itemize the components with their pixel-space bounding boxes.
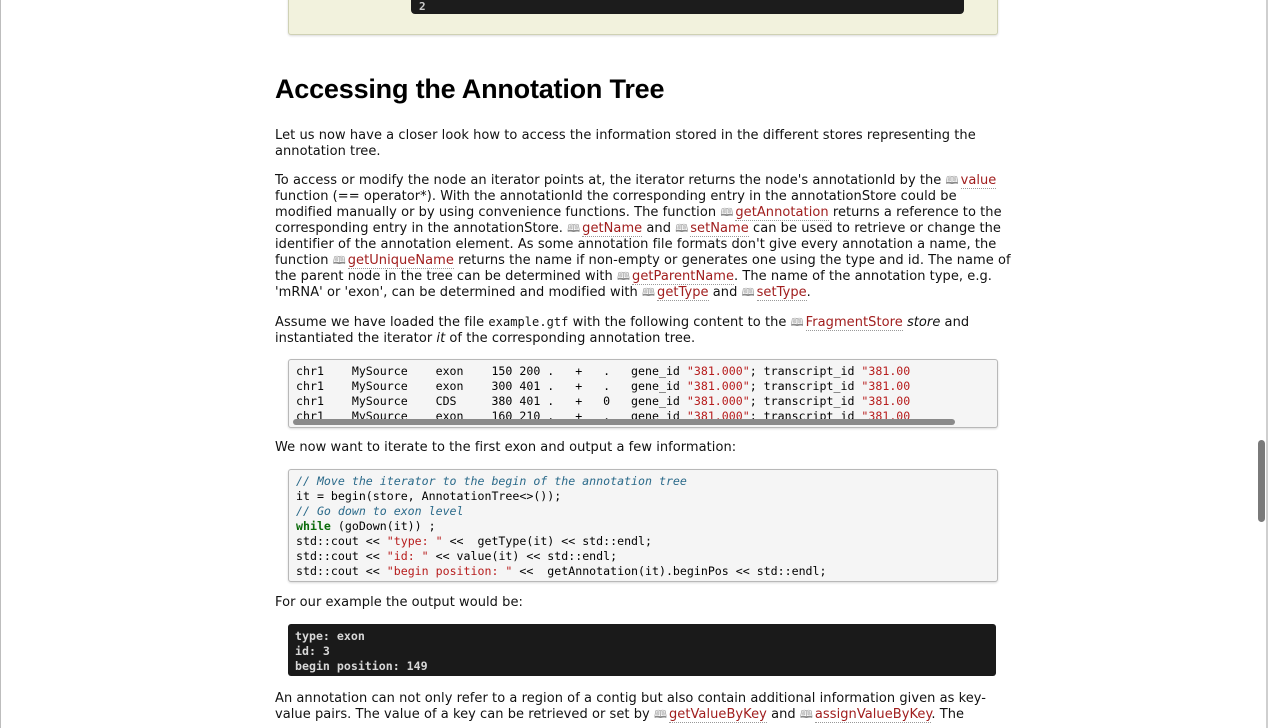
code-comment: // Go down to exon level: [296, 504, 464, 518]
book-icon: 🕮: [332, 254, 346, 267]
book-icon: 🕮: [790, 316, 804, 329]
terminal-output: type: exon id: 3 begin position: 149: [288, 624, 996, 679]
iterate-text: We now want to iterate to the first exon…: [275, 440, 737, 455]
code-keyword: while: [296, 519, 331, 533]
vertical-scrollbar-thumb[interactable]: [1258, 440, 1265, 522]
book-icon: 🕮: [741, 286, 755, 299]
output-line: id: 3: [295, 644, 330, 658]
book-icon: 🕮: [617, 270, 631, 283]
link-assignValueByKey[interactable]: assignValueByKey: [814, 707, 932, 723]
iterator-text: To access or modify the node an iterator…: [275, 173, 1011, 301]
example-file-paragraph: Assume we have loaded the file example.g…: [275, 314, 1011, 347]
book-icon: 🕮: [720, 206, 734, 219]
cpp-code: // Move the iterator to the begin of the…: [296, 474, 827, 578]
link-getValueByKey[interactable]: getValueByKey: [669, 707, 767, 723]
program-output-terminal[interactable]: type: exon id: 3 begin position: 149: [288, 624, 996, 676]
output-line: type: exon: [295, 629, 365, 643]
intro-paragraph: Let us now have a closer look how to acc…: [275, 128, 1011, 160]
gtf-row: chr1 MySource exon 150 200 . + . gene_id…: [296, 364, 911, 378]
book-icon: 🕮: [945, 174, 959, 187]
key-value-paragraph: An annotation can not only refer to a re…: [275, 691, 1011, 723]
output-line: begin position: 149: [295, 659, 428, 673]
book-icon: 🕮: [567, 222, 581, 235]
intro-text: Let us now have a closer look how to acc…: [275, 128, 976, 159]
previous-terminal-output: 2: [411, 0, 964, 14]
iterate-paragraph: We now want to iterate to the first exon…: [275, 440, 1011, 456]
window-left-border: [0, 0, 1, 728]
terminal-line: 2: [419, 0, 426, 13]
example-file-text: Assume we have loaded the file example.g…: [275, 315, 970, 346]
output-intro-text: For our example the output would be:: [275, 595, 523, 610]
filename-code: example.gtf: [488, 315, 569, 329]
gtf-content: chr1 MySource exon 150 200 . + . gene_id…: [289, 360, 997, 427]
iterator-paragraph: To access or modify the node an iterator…: [275, 173, 1011, 301]
link-getType[interactable]: getType: [657, 285, 709, 301]
code-comment: // Move the iterator to the begin of the…: [296, 474, 687, 488]
section-title: Accessing the Annotation Tree: [275, 74, 665, 104]
gtf-row: chr1 MySource CDS 380 401 . + 0 gene_id …: [296, 394, 911, 408]
cpp-code-block[interactable]: // Move the iterator to the begin of the…: [288, 469, 998, 582]
link-value[interactable]: value: [960, 173, 997, 189]
book-icon: 🕮: [641, 286, 656, 299]
key-value-text: An annotation can not only refer to a re…: [275, 691, 987, 723]
horizontal-scrollbar[interactable]: [293, 419, 955, 425]
link-getName[interactable]: getName: [582, 221, 643, 237]
link-FragmentStore[interactable]: FragmentStore: [805, 315, 903, 331]
book-icon: 🕮: [675, 222, 689, 235]
link-setType[interactable]: setType: [756, 285, 807, 301]
link-getParentName[interactable]: getParentName: [632, 269, 735, 285]
book-icon: 🕮: [799, 708, 813, 721]
output-intro-paragraph: For our example the output would be:: [275, 595, 1011, 611]
book-icon: 🕮: [653, 708, 667, 721]
link-setName[interactable]: setName: [690, 221, 749, 237]
gtf-row: chr1 MySource exon 300 401 . + . gene_id…: [296, 379, 911, 393]
link-getAnnotation[interactable]: getAnnotation: [735, 205, 829, 221]
gtf-file-code-block[interactable]: chr1 MySource exon 150 200 . + . gene_id…: [288, 359, 998, 428]
link-getUniqueName[interactable]: getUniqueName: [347, 253, 454, 269]
